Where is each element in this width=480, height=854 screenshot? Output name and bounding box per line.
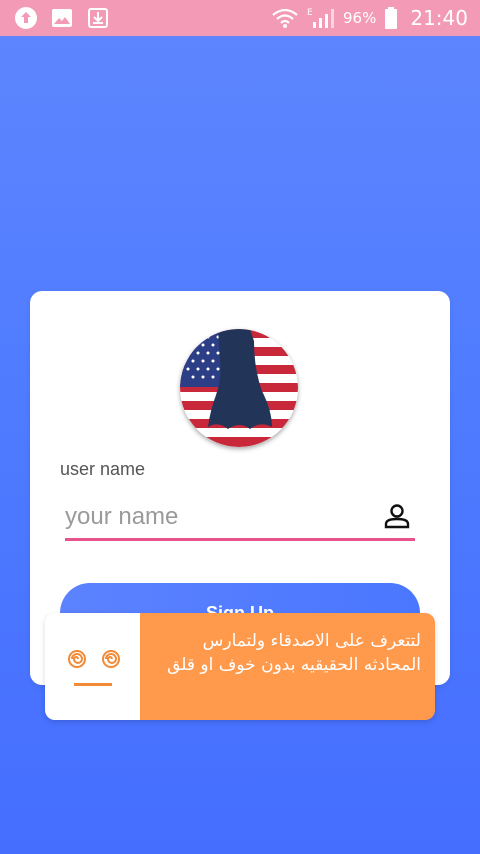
svg-text:E: E [307,8,313,18]
image-icon [50,6,74,30]
battery-icon [384,6,398,30]
status-right-icons: E 96% 21:40 [271,4,468,32]
toast-message: لتتعرف على الاصدقاء ولتمارس المحادثه الح… [140,613,435,720]
person-icon [383,502,411,534]
upload-icon [14,6,38,30]
status-bar: E 96% 21:40 [0,0,480,36]
dizzy-face-icon [63,643,125,695]
signal-icon: E [307,6,335,30]
wifi-icon [271,7,299,29]
download-icon [86,6,110,30]
clock: 21:40 [410,6,468,30]
username-input[interactable] [65,502,365,532]
toast-banner: لتتعرف على الاصدقاء ولتمارس المحادثه الح… [45,613,435,720]
toast-icon-panel [45,613,140,720]
status-left-icons [14,6,110,30]
battery-percent: 96% [343,9,377,27]
username-label: user name [60,459,146,479]
username-field [65,496,415,541]
app-logo [180,329,298,447]
